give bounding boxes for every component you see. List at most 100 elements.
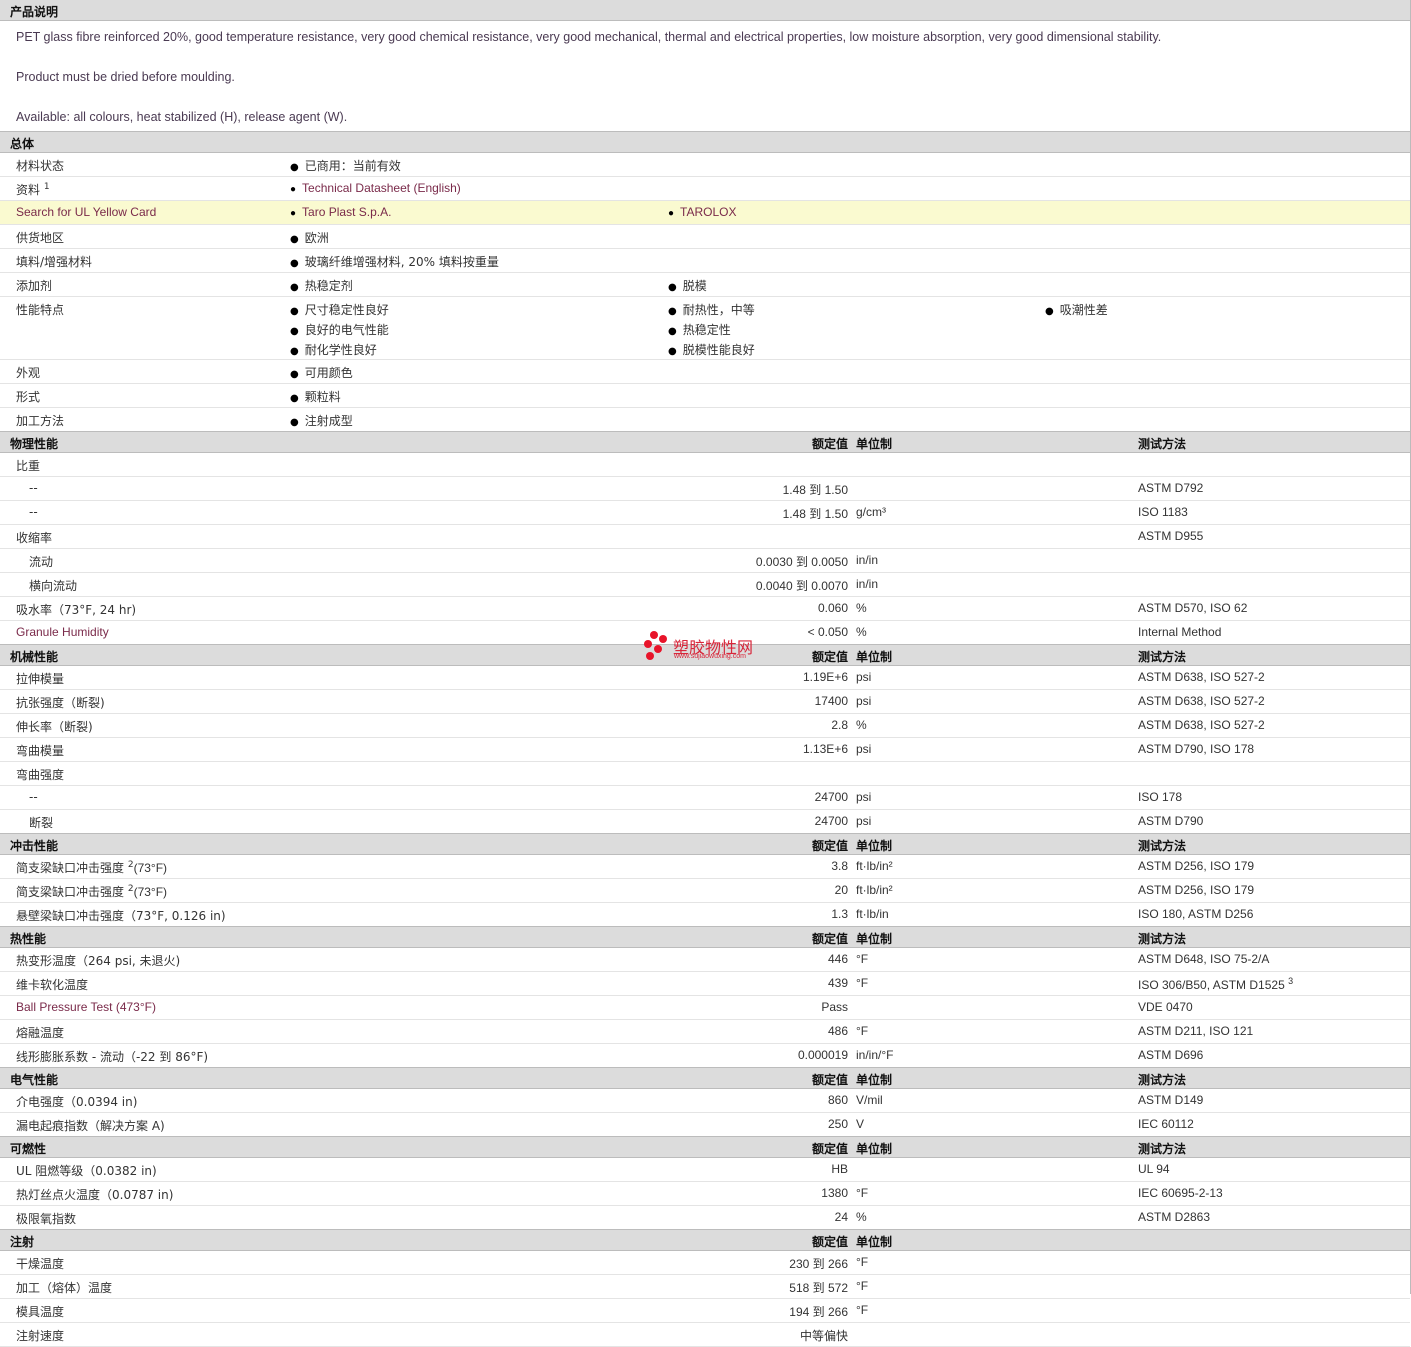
tarolox-link[interactable]: TAROLOX xyxy=(668,205,736,219)
row-resources: 资料 1 Technical Datasheet (English) xyxy=(0,177,1410,201)
test-method: ASTM D149 xyxy=(1138,1093,1204,1107)
row-label: 供货地区 xyxy=(16,231,65,245)
watermark-url: www.sujiaowuxing.com xyxy=(674,653,746,660)
row-clte: 线形膨胀系数 - 流动（-22 到 86°F) 0.000019 in/in/°… xyxy=(0,1044,1410,1067)
row-label: 线形膨胀系数 - 流动（-22 到 86°F) xyxy=(16,1050,209,1064)
nominal-header: 额定值 xyxy=(811,1142,848,1156)
row-processing-temp: 加工（熔体）温度 518 到 572 °F xyxy=(0,1275,1410,1299)
section-header-description: 产品说明 xyxy=(0,0,1410,21)
unit-header: 单位制 xyxy=(856,1142,893,1156)
row-form: 形式 颗粒料 xyxy=(0,384,1410,408)
description-line: PET glass fibre reinforced 20%, good tem… xyxy=(16,30,1162,44)
row-label: 断裂 xyxy=(29,816,54,830)
row-label: 简支梁缺口冲击强度 2(73°F) xyxy=(16,860,168,875)
row-label: 熔融温度 xyxy=(16,1026,65,1040)
section-title: 冲击性能 xyxy=(10,839,59,853)
row-label: 简支梁缺口冲击强度 2(73°F) xyxy=(16,884,168,899)
section-title: 物理性能 xyxy=(10,437,59,451)
row-label: 维卡软化温度 xyxy=(16,978,89,992)
method-header: 测试方法 xyxy=(1138,437,1187,451)
method-header: 测试方法 xyxy=(1138,1073,1187,1087)
test-method: ASTM D638, ISO 527-2 xyxy=(1138,670,1265,684)
nominal-value: 1.13E+6 xyxy=(802,742,848,756)
row-shrinkage: 收缩率 ASTM D955 xyxy=(0,525,1410,549)
ul-yellow-card-link[interactable]: Search for UL Yellow Card xyxy=(16,205,156,219)
row-gwit: 热灯丝点火温度（0.0787 in) 1380 °F IEC 60695-2-1… xyxy=(0,1182,1410,1206)
row-charpy-1: 简支梁缺口冲击强度 2(73°F) 3.8 ft·lb/in² ASTM D25… xyxy=(0,855,1410,879)
nominal-value: 0.060 xyxy=(817,601,848,615)
row-label: 吸水率（73°F, 24 hr) xyxy=(16,603,137,617)
row-filler: 填料/增强材料 玻璃纤维增强材料, 20% 填料按重量 xyxy=(0,249,1410,273)
test-method: Internal Method xyxy=(1138,625,1222,639)
taro-plast-link[interactable]: Taro Plast S.p.A. xyxy=(290,205,391,219)
nominal-value: 17400 xyxy=(814,694,848,708)
test-method: ISO 180, ASTM D256 xyxy=(1138,907,1254,921)
row-label: 弯曲模量 xyxy=(16,744,65,758)
row-sg-2: -- 1.48 到 1.50 g/cm³ ISO 1183 xyxy=(0,501,1410,525)
row-features: 性能特点 尺寸稳定性良好 耐热性，中等 吸潮性差 良好的电气性能 热稳定性 耐化… xyxy=(0,297,1410,360)
nominal-value: 1.19E+6 xyxy=(802,670,848,684)
technical-datasheet-link[interactable]: Technical Datasheet (English) xyxy=(290,181,461,195)
granule-humidity-link[interactable]: Granule Humidity xyxy=(16,625,109,639)
bullet-value: 可用颜色 xyxy=(290,364,353,381)
row-melt-temp: 熔融温度 486 °F ASTM D211, ISO 121 xyxy=(0,1020,1410,1044)
bullet-value: 耐热性，中等 xyxy=(668,301,755,318)
nominal-value: 1.48 到 1.50 xyxy=(782,483,848,497)
test-method: ASTM D256, ISO 179 xyxy=(1138,859,1255,873)
row-label: 伸长率（断裂) xyxy=(16,720,93,734)
bullet-value: 良好的电气性能 xyxy=(290,321,389,338)
row-sg-1: -- 1.48 到 1.50 ASTM D792 xyxy=(0,477,1410,501)
row-water-absorption: 吸水率（73°F, 24 hr) 0.060 % ASTM D570, ISO … xyxy=(0,597,1410,621)
row-label: 加工方法 xyxy=(16,414,65,428)
row-label: 性能特点 xyxy=(16,303,65,317)
unit: psi xyxy=(856,694,872,708)
bullet-value: 欧洲 xyxy=(290,229,329,246)
bullet-value: 吸潮性差 xyxy=(1045,301,1108,318)
unit: °F xyxy=(856,1024,869,1038)
nominal-value: 860 xyxy=(827,1093,848,1107)
bullet-value: 热稳定剂 xyxy=(290,277,353,294)
nominal-value: Pass xyxy=(821,1000,848,1014)
section-header-thermal: 热性能 额定值 单位制 测试方法 xyxy=(0,926,1410,948)
row-tensile-modulus: 拉伸模量 1.19E+6 psi ASTM D638, ISO 527-2 xyxy=(0,666,1410,690)
test-method: ASTM D648, ISO 75-2/A xyxy=(1138,952,1270,966)
test-method: ASTM D2863 xyxy=(1138,1210,1211,1224)
row-label: 漏电起痕指数（解决方案 A) xyxy=(16,1119,165,1133)
section-title: 电气性能 xyxy=(10,1073,59,1087)
bullet-value: 已商用：当前有效 xyxy=(290,157,401,174)
row-hdt: 热变形温度（264 psi, 未退火) 446 °F ASTM D648, IS… xyxy=(0,948,1410,972)
bullet-value: 颗粒料 xyxy=(290,388,341,405)
unit: % xyxy=(856,1210,867,1224)
row-dielectric-strength: 介电强度（0.0394 in) 860 V/mil ASTM D149 xyxy=(0,1089,1410,1113)
method-header: 测试方法 xyxy=(1138,650,1187,664)
row-label: 热灯丝点火温度（0.0787 in) xyxy=(16,1188,174,1202)
unit-header: 单位制 xyxy=(856,932,893,946)
section-header-electrical: 电气性能 额定值 单位制 测试方法 xyxy=(0,1067,1410,1089)
unit-header: 单位制 xyxy=(856,650,893,664)
row-fs-2: 断裂 24700 psi ASTM D790 xyxy=(0,810,1410,833)
nominal-header: 额定值 xyxy=(811,437,848,451)
unit: °F xyxy=(856,1279,869,1293)
test-method: ASTM D696 xyxy=(1138,1048,1204,1062)
row-injection-speed: 注射速度 中等偏快 xyxy=(0,1323,1410,1347)
row-label: 形式 xyxy=(16,390,41,404)
row-label: 悬壁梁缺口冲击强度（73°F, 0.126 in) xyxy=(16,909,226,923)
nominal-value: 194 到 266 xyxy=(789,1305,848,1319)
row-elongation: 伸长率（断裂) 2.8 % ASTM D638, ISO 527-2 xyxy=(0,714,1410,738)
nominal-value: 230 到 266 xyxy=(789,1257,848,1271)
section-header-injection: 注射 额定值 单位制 xyxy=(0,1229,1410,1251)
nominal-value: 中等偏快 xyxy=(799,1329,848,1343)
row-vicat: 维卡软化温度 439 °F ISO 306/B50, ASTM D1525 3 xyxy=(0,972,1410,996)
unit: g/cm³ xyxy=(856,505,886,519)
row-label: 拉伸模量 xyxy=(16,672,65,686)
row-label: 极限氧指数 xyxy=(16,1212,77,1226)
row-charpy-2: 简支梁缺口冲击强度 2(73°F) 20 ft·lb/in² ASTM D256… xyxy=(0,879,1410,903)
row-label: -- xyxy=(29,481,38,495)
section-header-flammability: 可燃性 额定值 单位制 测试方法 xyxy=(0,1136,1410,1158)
row-label: -- xyxy=(29,790,38,804)
unit: ft·lb/in xyxy=(856,907,889,921)
nominal-header: 额定值 xyxy=(811,1073,848,1087)
nominal-value: 24700 xyxy=(814,814,848,828)
description-line: Available: all colours, heat stabilized … xyxy=(16,110,348,124)
ball-pressure-link[interactable]: Ball Pressure Test (473°F) xyxy=(16,1000,156,1014)
